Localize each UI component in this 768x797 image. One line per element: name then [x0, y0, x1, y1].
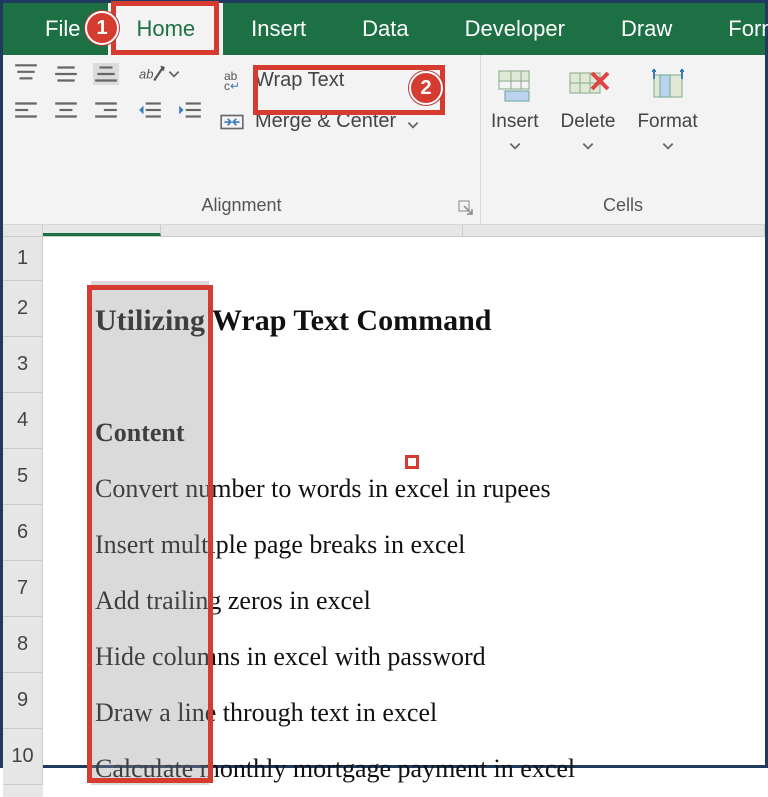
row-header[interactable]: 10 — [3, 729, 43, 785]
row-header[interactable]: 9 — [3, 673, 43, 729]
cells-grid[interactable]: Utilizing Wrap Text Command Content Conv… — [43, 237, 765, 797]
worksheet-area: 1 2 3 4 5 6 7 8 9 10 Utilizing Wrap Text… — [3, 225, 765, 797]
orientation-button[interactable]: ab — [139, 63, 203, 85]
increase-indent-icon[interactable] — [177, 99, 203, 121]
align-middle-icon[interactable] — [53, 63, 79, 85]
row-header[interactable]: 3 — [3, 337, 43, 393]
group-cells: Insert Delete Format Cells — [481, 55, 765, 224]
group-label-cells: Cells — [491, 191, 755, 222]
row-header[interactable]: 5 — [3, 449, 43, 505]
wrap-text-icon: abc↵ — [219, 70, 245, 92]
format-cells-icon — [646, 67, 690, 107]
tab-insert[interactable]: Insert — [223, 3, 334, 55]
ribbon: ab abc↵ Wrap Text Merge & — [3, 55, 765, 225]
format-cells-button[interactable]: Format — [637, 67, 697, 151]
format-label: Format — [637, 111, 697, 133]
annotation-box-home — [111, 1, 219, 55]
align-center-icon[interactable] — [53, 99, 79, 121]
annotation-callout-2: 2 — [409, 71, 443, 105]
alignment-dialog-launcher[interactable] — [458, 200, 474, 216]
row-header[interactable]: 7 — [3, 561, 43, 617]
chevron-down-icon — [661, 137, 675, 151]
insert-cells-icon — [493, 67, 537, 107]
align-bottom-icon[interactable] — [93, 63, 119, 85]
merge-center-icon — [219, 111, 245, 133]
align-left-icon[interactable] — [13, 99, 39, 121]
row-header[interactable]: 2 — [3, 281, 43, 337]
chevron-down-icon — [167, 67, 181, 81]
group-label-alignment: Alignment — [13, 191, 470, 222]
row-headers[interactable]: 1 2 3 4 5 6 7 8 9 10 — [3, 237, 43, 797]
tab-draw[interactable]: Draw — [593, 3, 700, 55]
align-top-icon[interactable] — [13, 63, 39, 85]
chevron-down-icon — [406, 115, 420, 129]
chevron-down-icon — [508, 137, 522, 151]
align-right-icon[interactable] — [93, 99, 119, 121]
row-header[interactable]: 1 — [3, 237, 43, 281]
delete-cells-icon — [566, 67, 610, 107]
column-headers[interactable] — [3, 225, 765, 237]
annotation-box-column — [87, 285, 213, 783]
delete-cells-button[interactable]: Delete — [561, 67, 616, 151]
ribbon-tabstrip: File Home Insert Data Developer Draw For… — [3, 3, 765, 55]
row-header[interactable]: 4 — [3, 393, 43, 449]
annotation-callout-1: 1 — [85, 11, 119, 45]
svg-text:ab: ab — [139, 66, 153, 81]
annotation-cursor-marker — [405, 455, 419, 469]
insert-cells-button[interactable]: Insert — [491, 67, 539, 151]
tab-developer[interactable]: Developer — [437, 3, 593, 55]
delete-label: Delete — [561, 111, 616, 133]
select-all-corner[interactable] — [3, 225, 43, 236]
tab-data[interactable]: Data — [334, 3, 436, 55]
chevron-down-icon — [581, 137, 595, 151]
decrease-indent-icon[interactable] — [137, 99, 163, 121]
row-header[interactable]: 8 — [3, 617, 43, 673]
row-header[interactable]: 6 — [3, 505, 43, 561]
tab-formulas[interactable]: Formulas — [700, 3, 768, 55]
insert-label: Insert — [491, 111, 539, 133]
